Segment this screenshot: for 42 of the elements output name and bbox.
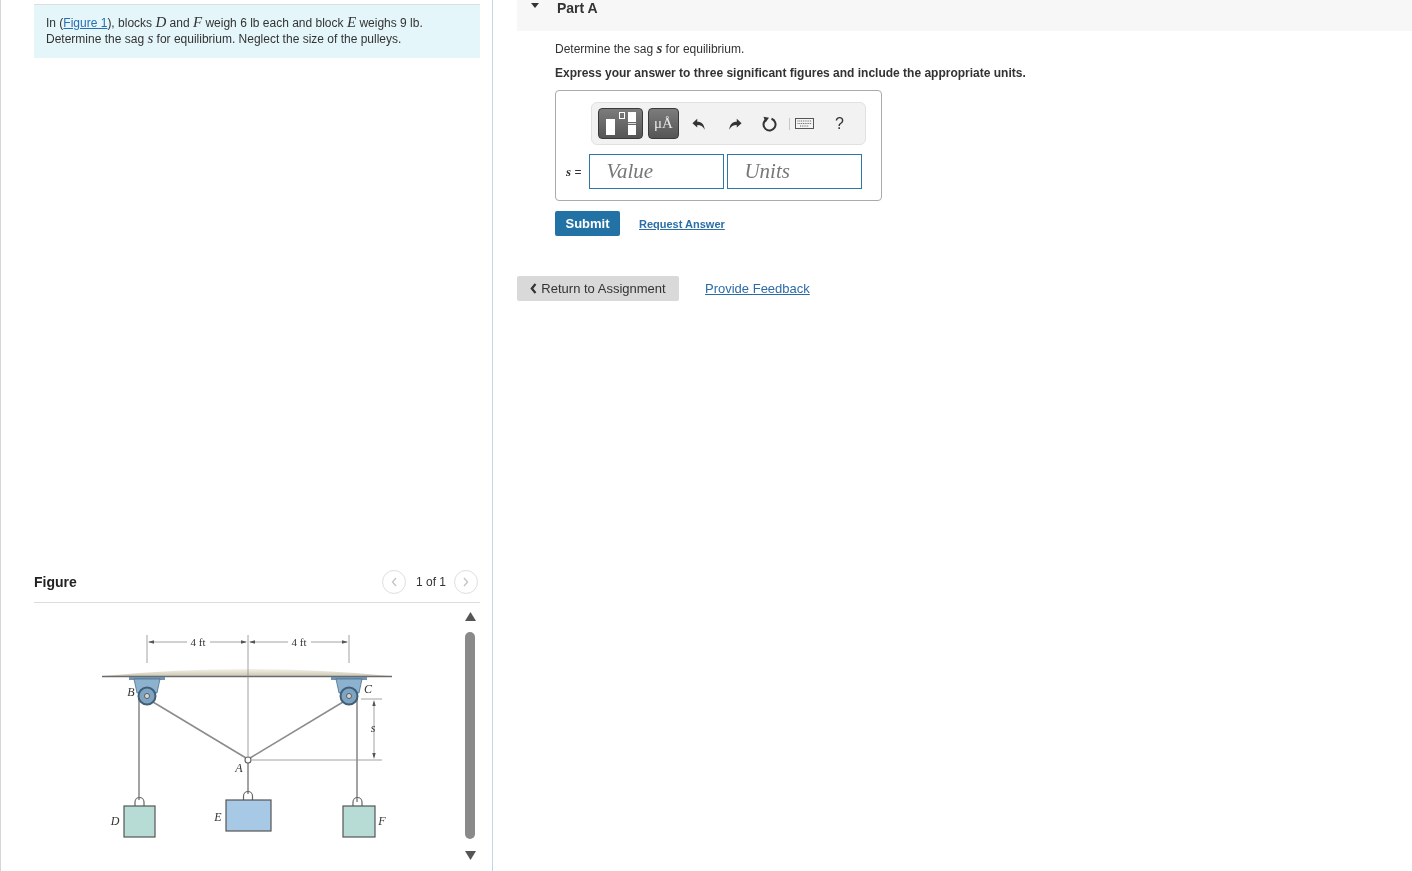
keyboard-button[interactable] <box>795 118 814 129</box>
point-label: D <box>110 814 120 828</box>
feedback-link[interactable]: Provide Feedback <box>705 281 810 296</box>
request-answer-link[interactable]: Request Answer <box>639 217 725 230</box>
value-field[interactable]: Value <box>589 154 725 189</box>
part-title: Part A <box>557 0 598 16</box>
symbols-button[interactable]: μÅ <box>648 108 679 139</box>
point-label: C <box>364 682 372 696</box>
triangle-down-icon[interactable] <box>464 851 476 860</box>
problem-statement: In (Figure 1), blocks D and F weigh 6 lb each and block E weighs 9 lb. Determine the sag s for equilibrium. Neglect the size of the pulleys. <box>46 15 424 47</box>
part-header[interactable]: Part A <box>517 0 1412 31</box>
instruction-text: Express your answer to three significant figures and include the appropriate units. <box>555 65 1027 81</box>
point-label: s <box>370 721 376 735</box>
question-text: Determine the sag s for equilibrium. <box>555 41 746 57</box>
rectangles-icon <box>605 112 636 135</box>
chevron-right-icon <box>463 577 469 587</box>
redo-icon <box>728 116 742 131</box>
keyboard-icon <box>795 118 814 129</box>
dimension-label: 4 ft <box>291 636 307 648</box>
units-field[interactable]: Units <box>727 154 863 189</box>
circular-arrow-icon <box>761 115 777 132</box>
redo-button[interactable] <box>728 116 742 131</box>
point-label: A <box>235 761 243 775</box>
triangle-up-icon[interactable] <box>464 612 476 621</box>
chevron-left-icon <box>530 283 538 294</box>
point-label: B <box>127 685 135 699</box>
undo-icon <box>692 116 706 131</box>
undo-button[interactable] <box>692 116 706 131</box>
point-label: E <box>214 810 222 824</box>
return-button[interactable]: Return to Assignment <box>517 276 679 301</box>
figure-title: Figure <box>34 574 78 590</box>
page-indicator: 1 of 1 <box>415 575 446 589</box>
reset-button[interactable] <box>761 115 777 132</box>
scrollbar-thumb[interactable] <box>465 632 475 839</box>
point-label: F <box>378 814 386 828</box>
templates-button[interactable] <box>598 108 643 139</box>
answer-label: s = <box>566 164 582 179</box>
submit-button[interactable]: Submit <box>555 211 620 236</box>
figure-link[interactable]: Figure 1 <box>63 16 108 30</box>
help-button[interactable]: ? <box>835 114 844 133</box>
chevron-left-icon <box>390 577 397 587</box>
dimension-label: 4 ft <box>190 636 206 648</box>
